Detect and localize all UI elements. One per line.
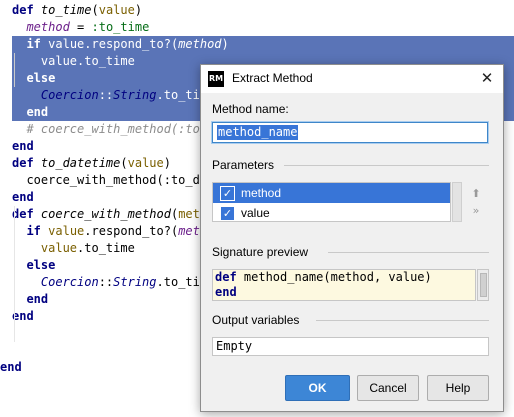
parameters-list[interactable]: ✓ method ✓ value <box>212 182 451 222</box>
rubymine-app-icon: RM <box>208 71 224 87</box>
code-token: = <box>69 20 92 34</box>
code-line[interactable]: value.to_time <box>12 240 135 257</box>
code-token: method_name(method, value) <box>236 270 432 284</box>
code-line[interactable]: if value.respond_to?(method) <box>12 36 514 53</box>
code-line[interactable]: # coerce_with_method(:to_ <box>12 121 207 138</box>
code-line[interactable]: end <box>12 308 34 325</box>
code-token: to_time <box>40 3 92 17</box>
code-line[interactable]: def coerce_with_method(meth <box>12 206 207 223</box>
code-token: ( <box>91 3 99 17</box>
list-item[interactable]: ✓ value <box>213 203 450 221</box>
code-token: else <box>26 258 56 272</box>
code-line[interactable]: def to_datetime(value) <box>12 155 171 172</box>
output-value: Empty <box>216 339 253 353</box>
code-token: coerce_with_method <box>40 207 171 221</box>
code-token: coerce_with_method(:to_da <box>26 173 208 187</box>
code-token: :: <box>98 275 114 289</box>
code-token: def <box>12 156 41 170</box>
param-name: value <box>241 206 270 220</box>
ok-button[interactable]: OK <box>285 375 350 401</box>
code-token: value <box>40 241 78 255</box>
method-name-input[interactable]: method_name <box>212 122 488 143</box>
scrollbar-thumb[interactable] <box>480 273 487 297</box>
method-name-label: Method name: <box>212 102 289 116</box>
method-name-value: method_name <box>217 125 299 140</box>
indent-guide <box>14 53 15 87</box>
code-token: end <box>0 360 22 374</box>
code-line[interactable]: end <box>0 359 22 376</box>
output-variables-label: Output variables <box>212 313 300 327</box>
code-token: end <box>215 285 237 299</box>
signature-preview: def method_name(method, value) end <box>212 269 476 301</box>
signature-preview-label: Signature preview <box>212 245 309 259</box>
code-token: :: <box>98 88 114 102</box>
output-divider <box>316 320 489 321</box>
code-token: ( <box>120 156 128 170</box>
code-token: .respond_to?( <box>84 224 179 238</box>
code-line[interactable]: coerce_with_method(:to_da <box>12 172 207 189</box>
code-token: value <box>127 156 164 170</box>
code-line[interactable]: end <box>12 291 48 308</box>
cancel-button[interactable]: Cancel <box>357 375 419 401</box>
checkbox-checked-icon[interactable]: ✓ <box>220 186 235 201</box>
signature-scrollbar[interactable] <box>477 269 489 301</box>
move-up-icon[interactable]: ⬆ <box>469 187 483 201</box>
code-token: ) <box>221 37 229 51</box>
code-token: .to_time <box>77 241 135 255</box>
dialog-titlebar: RM Extract Method ✕ <box>201 65 503 93</box>
code-token: end <box>12 309 34 323</box>
signature-line-2: end <box>215 285 237 300</box>
dialog-title: Extract Method <box>232 71 313 85</box>
output-variables-field: Empty <box>212 337 489 356</box>
code-line[interactable]: def to_time(value) <box>12 2 142 19</box>
code-token: String <box>113 275 157 289</box>
param-name: method <box>241 186 282 200</box>
code-token: value <box>98 3 135 17</box>
code-token: value.respond_to?( <box>48 37 179 51</box>
code-line[interactable]: end <box>12 189 34 206</box>
extract-method-dialog: RM Extract Method ✕ Method name: method_… <box>200 64 504 412</box>
code-token: def <box>12 3 41 17</box>
list-item[interactable]: ✓ method <box>213 183 450 203</box>
code-line[interactable]: method = :to_time <box>12 19 149 36</box>
code-token: ) <box>163 156 171 170</box>
code-token: end <box>26 292 49 306</box>
signature-divider <box>328 252 489 253</box>
checkbox-checked-icon[interactable]: ✓ <box>220 206 235 221</box>
code-token: Coercion <box>40 88 99 102</box>
code-token: def <box>215 270 237 284</box>
code-token: else <box>26 71 56 85</box>
code-token: if <box>26 37 49 51</box>
code-token: :to_time <box>91 20 150 34</box>
code-line[interactable]: if value.respond_to?(meth <box>12 223 207 240</box>
parameters-scrollbar[interactable] <box>452 182 462 222</box>
code-line[interactable]: else <box>12 257 55 274</box>
code-token: method <box>178 37 222 51</box>
parameters-label: Parameters <box>212 158 275 172</box>
code-token: to_datetime <box>40 156 121 170</box>
close-icon[interactable]: ✕ <box>478 69 496 87</box>
signature-line-1: def method_name(method, value) <box>215 270 432 285</box>
code-token: end <box>12 190 34 204</box>
code-token: Coercion <box>40 275 99 289</box>
code-token: end <box>12 139 34 153</box>
move-down-icon[interactable]: » <box>469 204 483 218</box>
parameters-divider <box>284 165 489 166</box>
code-token: value <box>48 224 85 238</box>
code-token: # coerce_with_method(:to_ <box>26 122 208 136</box>
indent-guide <box>14 206 15 342</box>
code-token: if <box>26 224 49 238</box>
code-token: value.to_time <box>40 54 135 68</box>
code-line[interactable]: Coercion::String.to_tim <box>12 274 207 291</box>
code-line[interactable]: end <box>12 138 34 155</box>
code-token: end <box>26 105 49 119</box>
code-token: method <box>26 20 70 34</box>
help-button[interactable]: Help <box>427 375 489 401</box>
code-token: def <box>12 207 41 221</box>
code-token: ) <box>134 3 143 17</box>
code-token: String <box>113 88 157 102</box>
